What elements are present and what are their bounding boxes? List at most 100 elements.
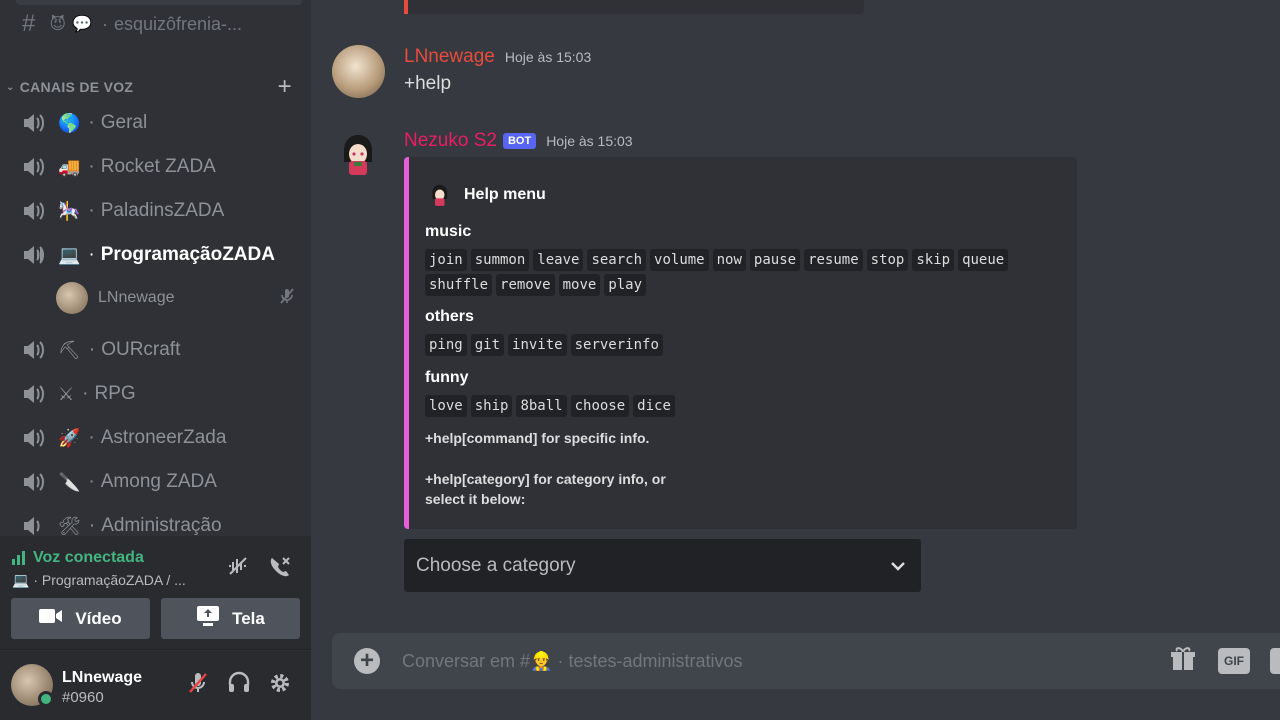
channel-emoji: 😈	[49, 16, 67, 33]
channel-name: AstroneerZada	[100, 427, 227, 448]
username[interactable]: LNnewage	[62, 669, 142, 687]
separator-dot: ·	[88, 244, 95, 265]
speaker-icon	[22, 200, 48, 222]
channel-emoji: ⛏	[58, 339, 81, 360]
message-author[interactable]: LNnewage	[404, 46, 495, 68]
speaker-icon	[22, 244, 48, 266]
message-composer[interactable]: + Conversar em #👷 · testes-administrativ…	[332, 633, 1280, 689]
command-code: dice	[633, 395, 675, 417]
field-name-others: others	[425, 308, 474, 325]
video-button[interactable]: Vídeo	[11, 598, 150, 639]
video-button-label: Vídeo	[75, 608, 122, 628]
command-code: skip	[912, 249, 955, 271]
avatar[interactable]	[332, 45, 385, 98]
hash-icon: #	[22, 10, 36, 37]
separator-dot: ·	[88, 112, 95, 133]
sticker-icon[interactable]	[1270, 648, 1280, 674]
channel-emoji: 🚚	[58, 156, 81, 177]
speaker-icon	[22, 156, 48, 178]
mute-microphone-icon[interactable]	[183, 671, 213, 701]
separator-dot: ·	[88, 200, 95, 221]
voice-channel-among-zada[interactable]: 🔪 · Among ZADA	[8, 462, 302, 502]
screen-share-icon	[196, 605, 220, 632]
help-embed: Help menu music join summon leave search…	[404, 157, 1077, 529]
command-code: now	[712, 249, 746, 271]
settings-gear-icon[interactable]	[265, 671, 295, 701]
speaker-icon	[22, 427, 48, 449]
command-code: pause	[749, 249, 801, 271]
channel-name: ProgramaçãoZADA	[100, 244, 275, 265]
voice-channel-paladins-zada[interactable]: 🎠 · PaladinsZADA	[8, 191, 302, 231]
channel-name: OURcraft	[101, 339, 181, 360]
channel-emoji: 🛠	[58, 515, 81, 536]
voice-user-name: LNnewage	[98, 289, 175, 306]
channel-emoji: 🌎	[58, 112, 81, 133]
gif-button[interactable]: GIF	[1218, 648, 1250, 674]
headphones-icon[interactable]	[224, 671, 254, 701]
message-header: Nezuko S2 BOT Hoje às 15:03	[404, 130, 633, 152]
text-channel-item[interactable]: # 😈 💬 · esquizôfrenia-...	[8, 0, 302, 48]
add-channel-icon[interactable]: +	[278, 73, 292, 101]
speaker-icon	[22, 112, 48, 134]
composer-placeholder: Conversar em #👷 · testes-administrativos	[402, 650, 743, 671]
music-commands: join summon leave search volume now paus…	[425, 249, 1025, 296]
separator-dot: ·	[88, 471, 95, 492]
message-author[interactable]: Nezuko S2	[404, 130, 497, 152]
channel-name: Geral	[100, 112, 148, 133]
voice-channel-rpg[interactable]: ⚔ · RPG	[8, 374, 302, 414]
command-code: resume	[804, 249, 863, 271]
voice-channel-astroneer-zada[interactable]: 🚀 · AstroneerZada	[8, 418, 302, 458]
separator-dot: ·	[101, 13, 108, 34]
chat-area: LNnewage Hoje às 15:03 +help Nezuko S2 B…	[311, 0, 1280, 720]
channel-emoji: 🚀	[58, 427, 81, 448]
others-commands: ping git invite serverinfo	[425, 334, 1025, 356]
embed-author-icon	[426, 181, 454, 209]
channel-name: Rocket ZADA	[100, 156, 216, 177]
noise-suppression-icon[interactable]	[224, 554, 252, 582]
separator-dot: ·	[88, 339, 96, 360]
message-content: +help	[404, 73, 452, 94]
separator-dot: ·	[82, 383, 89, 404]
command-code: stop	[866, 249, 909, 271]
worker-emoji: 👷	[530, 650, 553, 671]
field-name-funny: funny	[425, 369, 469, 386]
voice-channel-rocket-zada[interactable]: 🚚 · Rocket ZADA	[8, 147, 302, 187]
gift-icon[interactable]	[1168, 646, 1198, 676]
user-panel: LNnewage #0960	[0, 651, 311, 720]
voice-channel-ourcraft[interactable]: ⛏ · OURcraft	[8, 330, 302, 370]
disconnect-icon[interactable]	[266, 554, 294, 582]
channel-emoji: 🎠	[58, 200, 81, 221]
command-code: choose	[570, 395, 630, 417]
embed-help-line: +help[category] for category info, or	[425, 471, 666, 487]
channel-name: Administração	[101, 515, 222, 536]
voice-category-header[interactable]: ⌄ CANAIS DE VOZ +	[6, 73, 302, 101]
command-code: leave	[533, 249, 584, 271]
bot-badge: BOT	[502, 133, 537, 149]
command-code: shuffle	[425, 274, 493, 296]
voice-connected-user[interactable]: LNnewage	[56, 281, 296, 315]
command-code: git	[470, 334, 505, 356]
separator-dot: ·	[88, 427, 95, 448]
message-timestamp: Hoje às 15:03	[546, 133, 633, 149]
command-code: invite	[508, 334, 567, 356]
field-name-music: music	[425, 223, 472, 240]
speaker-icon	[22, 471, 48, 493]
add-attachment-icon[interactable]: +	[354, 648, 380, 674]
voice-channel-programacao-zada[interactable]: 💻 · ProgramaçãoZADA	[8, 235, 302, 275]
voice-status[interactable]: Voz conectada	[12, 549, 144, 567]
channel-sidebar: # 😈 💬 · esquizôfrenia-... ⌄ CANAIS DE VO…	[0, 0, 311, 720]
voice-channel-path[interactable]: 💻 · ProgramaçãoZADA / ...	[12, 572, 186, 589]
voice-channel-geral[interactable]: 🌎 · Geral	[8, 103, 302, 143]
bot-avatar[interactable]	[332, 128, 385, 181]
command-code: move	[558, 274, 601, 296]
funny-commands: love ship 8ball choose dice	[425, 395, 1025, 417]
voice-connection-panel: Voz conectada 💻 · ProgramaçãoZADA / ... …	[0, 536, 311, 650]
camera-icon	[39, 608, 63, 629]
command-code: remove	[496, 274, 555, 296]
channel-emoji: 💻	[58, 244, 81, 265]
screen-share-button[interactable]: Tela	[161, 598, 300, 639]
screen-share-label: Tela	[232, 608, 265, 628]
command-code: join	[425, 249, 467, 271]
speaker-icon	[22, 383, 48, 405]
category-select-menu[interactable]: Choose a category	[404, 539, 921, 592]
